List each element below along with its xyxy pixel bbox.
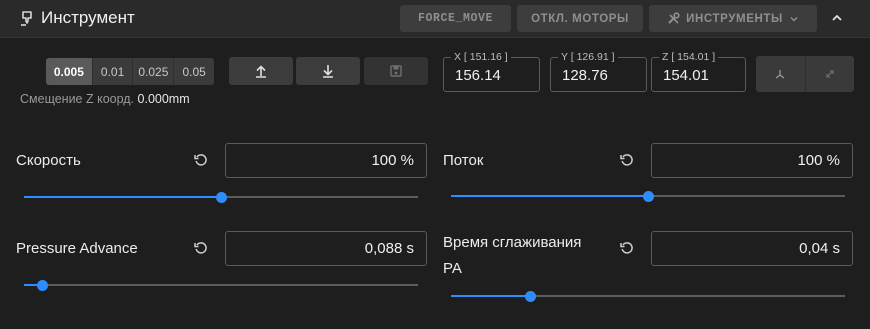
y-position-field[interactable]: Y [ 126.91 ] 128.76 [550, 51, 647, 92]
flow-slider[interactable] [451, 189, 845, 203]
smooth-time-label: Время сглаживания PA [443, 232, 581, 279]
pressure-advance-slider[interactable] [24, 278, 418, 292]
z-offset-down-button[interactable] [296, 57, 360, 85]
save-icon [390, 65, 402, 77]
pressure-advance-input[interactable]: 0,088 s [225, 231, 427, 266]
save-z-offset-button[interactable] [364, 57, 428, 85]
z-position-value: 154.01 [663, 67, 709, 84]
z-offset-label: Смещение Z коорд. [20, 92, 135, 106]
z-offset-info: Смещение Z коорд. 0.000mm [20, 92, 190, 106]
slider-thumb[interactable] [643, 191, 654, 202]
step-size-selector: 0.005 0.01 0.025 0.05 [46, 58, 214, 85]
tools-menu-button[interactable]: ИНСТРУМЕНТЫ [649, 5, 817, 32]
smooth-time-label-line1: Время сглаживания [443, 234, 582, 251]
slider-thumb[interactable] [216, 192, 227, 203]
axes-icon [775, 70, 785, 79]
x-position-field[interactable]: X [ 151.16 ] 156.14 [443, 51, 540, 92]
z-offset-up-button[interactable] [229, 57, 293, 85]
smooth-time-value: 0,04 s [799, 240, 840, 257]
axis-view-buttons [756, 56, 854, 92]
motors-off-button[interactable]: ОТКЛ. МОТОРЫ [517, 5, 643, 32]
expand-view-button[interactable] [806, 56, 855, 92]
arrow-down-icon [323, 65, 333, 78]
smooth-time-input[interactable]: 0,04 s [651, 231, 853, 266]
z-position-legend: Z [ 154.01 ] [659, 51, 719, 63]
reset-icon[interactable] [619, 152, 635, 168]
chevron-up-icon[interactable] [827, 8, 847, 28]
speed-label: Скорость [16, 152, 81, 169]
step-option-0005[interactable]: 0.005 [46, 58, 93, 85]
smooth-time-slider[interactable] [451, 289, 845, 303]
speed-value: 100 % [371, 152, 414, 169]
tool-panel-header: Инструмент FORCE_MOVE ОТКЛ. МОТОРЫ ИНСТР… [0, 0, 870, 38]
reset-icon[interactable] [193, 240, 209, 256]
x-position-value: 156.14 [455, 67, 501, 84]
pressure-advance-value: 0,088 s [364, 240, 414, 257]
y-position-value: 128.76 [562, 67, 608, 84]
chevron-down-icon [790, 16, 798, 21]
smooth-time-label-line2: PA [443, 260, 462, 277]
reset-icon[interactable] [193, 152, 209, 168]
reset-icon[interactable] [619, 240, 635, 256]
speed-input[interactable]: 100 % [225, 143, 427, 178]
step-option-001[interactable]: 0.01 [93, 58, 134, 85]
panel-title: Инструмент [41, 8, 135, 27]
tools-menu-label: ИНСТРУМЕНТЫ [686, 12, 783, 25]
flow-label: Поток [443, 152, 484, 169]
z-offset-value: 0.000mm [137, 92, 190, 106]
tools-icon [668, 12, 680, 24]
speed-slider[interactable] [24, 190, 418, 204]
slider-thumb[interactable] [524, 291, 536, 302]
pressure-advance-label: Pressure Advance [16, 240, 138, 257]
flow-value: 100 % [797, 152, 840, 169]
step-option-005[interactable]: 0.05 [174, 58, 214, 85]
flow-input[interactable]: 100 % [651, 143, 853, 178]
force-move-button[interactable]: FORCE_MOVE [400, 5, 511, 32]
z-position-field[interactable]: Z [ 154.01 ] 154.01 [651, 51, 746, 92]
axes-view-button[interactable] [756, 56, 806, 92]
x-position-legend: X [ 151.16 ] [451, 51, 511, 63]
slider-thumb[interactable] [36, 280, 48, 291]
step-option-0025[interactable]: 0.025 [133, 58, 175, 85]
y-position-legend: Y [ 126.91 ] [558, 51, 618, 63]
extruder-icon [21, 11, 32, 26]
expand-icon [826, 70, 834, 78]
arrow-up-icon [256, 65, 266, 78]
